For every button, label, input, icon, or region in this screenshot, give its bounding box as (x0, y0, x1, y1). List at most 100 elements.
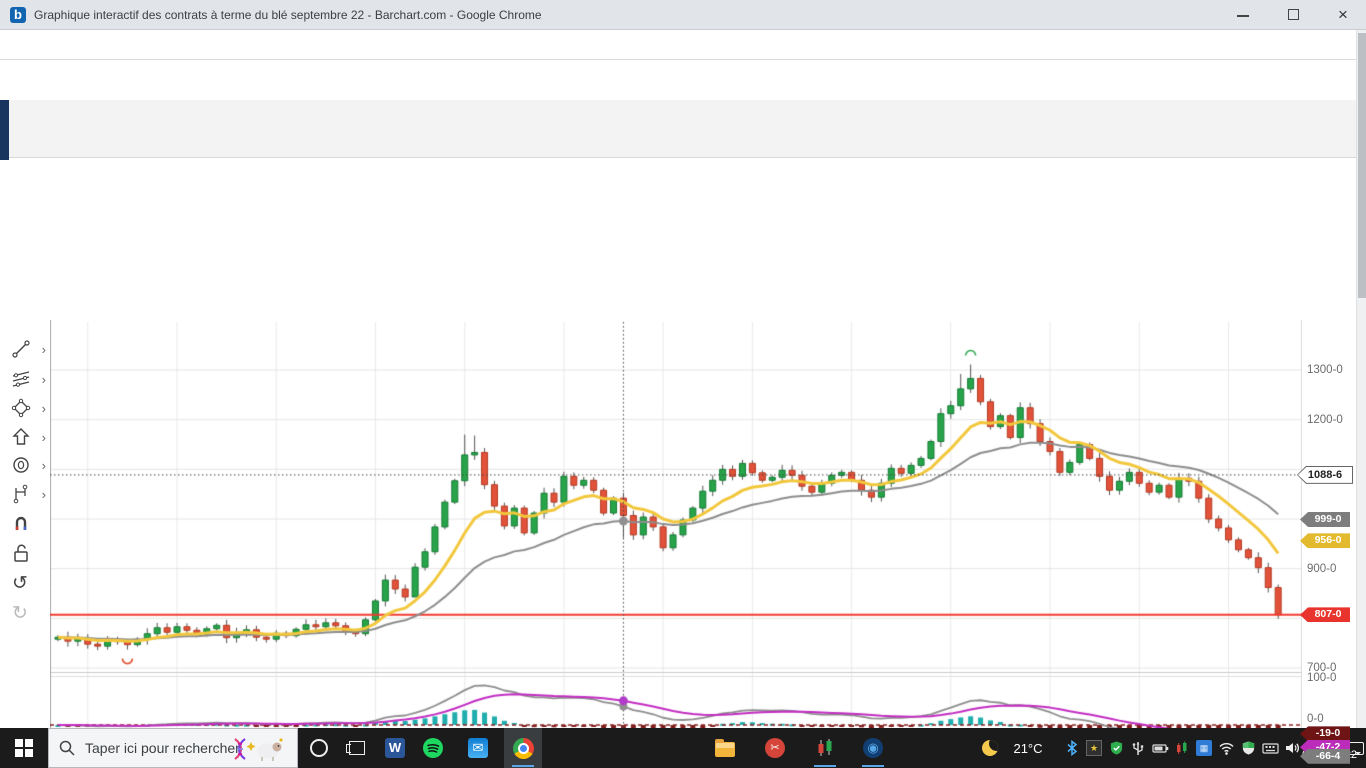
price-badge-956-0: 956-0 (1300, 533, 1350, 549)
chevron-right-icon: › (41, 487, 46, 502)
spotify-glyph (423, 738, 443, 758)
chart-canvas[interactable] (50, 320, 1302, 768)
notification-icon (1348, 741, 1364, 755)
axis-label: 1200-0 (1307, 413, 1343, 426)
blue-app-icon[interactable]: ▦ (1194, 728, 1214, 768)
folder-glyph (715, 739, 735, 757)
search-icon (59, 740, 75, 756)
windows-logo-icon (15, 739, 33, 757)
maximize-button[interactable] (1271, 0, 1317, 30)
bluetooth-icon[interactable] (1062, 728, 1082, 768)
maximize-icon (1288, 9, 1299, 20)
file-explorer-icon[interactable] (706, 728, 744, 768)
screen: b Graphique interactif des contrats à te… (0, 0, 1366, 768)
photos-star-glyph: ★ (1086, 740, 1102, 756)
candles-glyph (815, 738, 835, 758)
scrollbar-thumb[interactable] (1358, 33, 1366, 298)
moon-icon[interactable] (980, 728, 1000, 768)
taskbar-search[interactable]: Taper ici pour rechercher (48, 728, 298, 768)
barchart-favicon: b (10, 7, 26, 23)
polygon-tool-icon (11, 398, 31, 418)
undo-button-icon: ↺ (12, 573, 28, 594)
snip-glyph: ✂ (765, 738, 785, 758)
chart-toolbar: ▾ 1D5D1M3M6M9M1A2 ans3 ans5 ans10 ans20 … (0, 100, 1366, 252)
chevron-right-icon: › (41, 342, 46, 357)
magnet-tool[interactable] (10, 512, 46, 536)
redo-button-icon: ↻ (12, 603, 28, 624)
word-icon[interactable]: W (376, 728, 414, 768)
unlock-tool-icon (14, 544, 28, 562)
price-badge--19-0: -19-0 (1300, 726, 1350, 742)
axis-label: 1300-0 (1307, 364, 1343, 376)
search-highlight-icon (234, 738, 283, 761)
open-indicator (862, 765, 884, 767)
speaker-icon[interactable] (1282, 728, 1302, 768)
trading-app-icon[interactable] (806, 728, 844, 768)
touch-keyboard-icon[interactable] (1260, 728, 1280, 768)
chevron-right-icon: › (41, 401, 46, 416)
snip-app-icon[interactable]: ✂ (756, 728, 794, 768)
taskbar-search-placeholder: Taper ici pour rechercher (85, 740, 240, 756)
polygon-tool[interactable]: › (10, 397, 46, 421)
chevron-right-icon: › (41, 430, 46, 445)
flame-app-icon[interactable]: ◉ (854, 728, 892, 768)
url-bar[interactable]: barchart.com/futures/quotes/ZWU22/intera… (0, 30, 1366, 84)
quote-header: Blé (ZWU22) 807-0s-39-0 ( -4.61 % ) 05/0… (0, 60, 1366, 147)
chevron-right-icon: › (41, 458, 46, 473)
cortana-ring (310, 739, 328, 757)
usb-icon[interactable] (1128, 728, 1148, 768)
parallel-lines-tool[interactable]: › (10, 368, 46, 392)
battery-icon[interactable] (1150, 728, 1170, 768)
undo-button[interactable]: ↺ (10, 572, 46, 596)
drawing-tools-sidebar: › › › › › › ↺ ↻ (0, 320, 50, 768)
chrome-icon[interactable] (504, 728, 542, 768)
mail-glyph: ✉ (468, 738, 488, 758)
axis-label: 900-0 (1307, 562, 1337, 575)
window-titlebar: b Graphique interactif des contrats à te… (0, 0, 1366, 30)
shield-check-icon[interactable] (1106, 728, 1126, 768)
weather-temp[interactable]: 21°C (1006, 728, 1050, 768)
trendline-tool[interactable]: › (10, 338, 46, 362)
crosshair-price-badge: 1088-6 (1297, 465, 1353, 484)
spotify-icon[interactable] (414, 728, 452, 768)
start-button[interactable] (0, 728, 48, 768)
price-badge-807-0: 807-0 (1300, 607, 1350, 623)
parallel-lines-tool-icon (12, 371, 30, 387)
task-view-glyph (346, 741, 365, 755)
ellipse-tool[interactable]: › (10, 454, 46, 478)
magnet-tool-icon (15, 516, 27, 530)
price-badge-999-0: 999-0 (1300, 511, 1350, 527)
photos-icon[interactable]: ★ (1084, 728, 1104, 768)
mini-candles-icon[interactable] (1172, 728, 1192, 768)
chart-region: › › › › › › ↺ ↻ 1300-0 1200-0 900-0 700-0 100-0 0-0 1… (0, 160, 1356, 768)
cortana-icon[interactable] (300, 728, 338, 768)
redo-button[interactable]: ↻ (10, 602, 46, 626)
minimize-icon (1237, 15, 1249, 17)
trendline-tool-icon (12, 340, 30, 358)
price-badge--66-4: -66-4 (1300, 748, 1350, 764)
close-button[interactable]: × (1320, 0, 1366, 30)
open-indicator (512, 765, 534, 767)
mail-icon[interactable]: ✉ (459, 728, 497, 768)
word-glyph: W (385, 738, 405, 758)
window-title: Graphique interactif des contrats à term… (34, 8, 542, 22)
open-indicator (814, 765, 836, 767)
arrow-tool-icon (12, 428, 30, 445)
wifi-icon[interactable] (1216, 728, 1236, 768)
blue-app-glyph: ▦ (1196, 740, 1212, 756)
measure-tool[interactable]: › (10, 483, 46, 507)
chrome-glyph (512, 737, 534, 759)
moon-glyph (982, 740, 998, 756)
task-view-icon[interactable] (338, 728, 376, 768)
page-scrollbar[interactable] (1356, 30, 1366, 728)
axis-label: 0-0 (1307, 713, 1324, 726)
weather-temperature: 21°C (1013, 740, 1043, 756)
defender-icon[interactable] (1238, 728, 1258, 768)
chevron-right-icon: › (41, 372, 46, 387)
unlock-tool[interactable] (10, 542, 46, 566)
arrow-tool[interactable]: › (10, 426, 46, 450)
measure-tool-icon (13, 484, 28, 504)
axis-label: 100-0 (1307, 672, 1337, 684)
minimize-button[interactable] (1221, 0, 1267, 30)
ellipse-tool-icon (13, 457, 29, 473)
